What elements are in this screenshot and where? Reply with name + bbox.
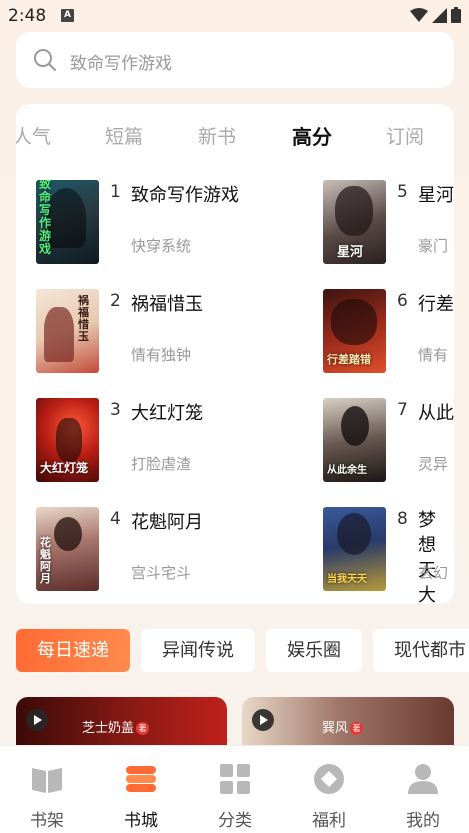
book-title: 星河 <box>418 185 454 206</box>
tab-short[interactable]: 短篇 <box>105 122 143 149</box>
cover-text: 行差踏错 <box>327 353 371 366</box>
ranking-card: 人气 短篇 新书 高分 订阅 致命写作游戏 1 致命写作游戏 快穿系统 祸福惜玉… <box>16 104 454 604</box>
tab-popular[interactable]: 人气 <box>16 122 51 149</box>
book-tag: 情有独钟 <box>131 346 192 364</box>
rank-number: 5 <box>397 182 408 202</box>
author-badge: 著 <box>350 722 364 735</box>
nav-bookstore[interactable]: 书城 <box>94 746 188 833</box>
book-tag: 灵异 <box>418 455 449 473</box>
chip-strange-tales[interactable]: 异闻传说 <box>141 629 255 672</box>
nav-welfare[interactable]: 福利 <box>282 746 376 833</box>
cover-text: 从此余生 <box>327 465 367 476</box>
rank-number: 1 <box>110 182 121 202</box>
cover-text: 祸福惜玉 <box>78 294 89 343</box>
cover-text: 当我天天 <box>327 574 367 585</box>
tab-high-score[interactable]: 高分 <box>292 121 332 150</box>
bottom-nav: 书架 书城 分类 福利 我的 <box>0 745 469 833</box>
book-title: 祸福惜玉 <box>131 294 203 315</box>
book-cover: 星河 <box>323 180 386 264</box>
rank-number: 8 <box>397 509 408 529</box>
rank-number: 2 <box>110 291 121 311</box>
nav-label: 分类 <box>218 811 252 831</box>
book-cover: 大红灯笼 <box>36 398 99 482</box>
banner-author: 芝士奶盖著 <box>82 717 150 736</box>
battery-icon <box>451 7 461 23</box>
play-icon[interactable] <box>26 709 48 731</box>
play-icon[interactable] <box>252 709 274 731</box>
bookstore-icon <box>126 766 156 792</box>
book-item[interactable]: 大红灯笼 3 大红灯笼 打脸虐渣 <box>36 398 296 484</box>
search-icon <box>34 49 56 71</box>
tab-new[interactable]: 新书 <box>198 122 236 149</box>
book-title: 致命写作游戏 <box>131 185 239 206</box>
cover-text: 花魁阿月 <box>40 536 51 585</box>
book-tag: 快穿系统 <box>131 237 192 255</box>
book-cover: 致命写作游戏 <box>36 180 99 264</box>
cover-text: 星河 <box>337 245 364 260</box>
rank-number: 4 <box>110 509 121 529</box>
nav-category[interactable]: 分类 <box>188 746 282 833</box>
cover-text: 大红灯笼 <box>40 461 89 475</box>
author-name: 芝士奶盖 <box>82 721 135 736</box>
book-item[interactable]: 当我天天 8 梦想天大 玄幻 <box>323 507 454 604</box>
nav-label: 书架 <box>30 811 64 831</box>
book-title: 花魁阿月 <box>131 512 203 533</box>
book-title: 从此 <box>418 403 454 424</box>
rank-number: 3 <box>110 400 121 420</box>
book-tag: 情有 <box>418 346 449 364</box>
chip-entertainment[interactable]: 娱乐圈 <box>266 629 362 672</box>
rank-number: 6 <box>397 291 408 311</box>
status-time: 2:48 <box>8 6 47 26</box>
book-item[interactable]: 星河 5 星河 豪门 <box>323 180 454 266</box>
nav-profile[interactable]: 我的 <box>376 746 469 833</box>
wifi-icon <box>410 7 428 22</box>
signal-icon <box>432 7 447 23</box>
nav-label: 书城 <box>124 811 158 831</box>
welfare-icon <box>314 764 344 794</box>
profile-icon <box>408 764 438 794</box>
bookshelf-icon <box>32 768 62 793</box>
book-tag: 玄幻 <box>418 564 449 582</box>
book-cover: 祸福惜玉 <box>36 289 99 373</box>
book-item[interactable]: 行差踏错 6 行差 情有 <box>323 289 454 375</box>
notification-icon: A <box>61 9 74 22</box>
author-name: 巽风 <box>322 721 349 736</box>
status-icons <box>410 7 461 23</box>
rank-number: 7 <box>397 400 408 420</box>
tab-subscription[interactable]: 订阅 <box>386 122 424 149</box>
chip-urban[interactable]: 现代都市 <box>373 629 469 672</box>
ranking-tabs: 人气 短篇 新书 高分 订阅 <box>16 104 454 164</box>
search-placeholder: 致命写作游戏 <box>70 54 172 74</box>
book-item[interactable]: 祸福惜玉 2 祸福惜玉 情有独钟 <box>36 289 296 375</box>
book-title: 大红灯笼 <box>131 403 203 424</box>
book-cover: 花魁阿月 <box>36 507 99 591</box>
nav-label: 我的 <box>406 811 440 831</box>
book-tag: 打脸虐渣 <box>131 455 192 473</box>
category-icon <box>220 764 250 794</box>
category-chips: 每日速递 异闻传说 娱乐圈 现代都市 <box>16 629 469 673</box>
banner-author: 巽风著 <box>322 717 364 736</box>
nav-bookshelf[interactable]: 书架 <box>0 746 94 833</box>
author-badge: 著 <box>136 722 150 735</box>
book-tag: 宫斗宅斗 <box>131 564 192 582</box>
chip-daily[interactable]: 每日速递 <box>16 629 130 672</box>
book-cover: 当我天天 <box>323 507 386 591</box>
book-cover: 从此余生 <box>323 398 386 482</box>
book-cover: 行差踏错 <box>323 289 386 373</box>
book-item[interactable]: 致命写作游戏 1 致命写作游戏 快穿系统 <box>36 180 296 266</box>
nav-label: 福利 <box>312 811 346 831</box>
book-title: 行差 <box>418 294 454 315</box>
book-item[interactable]: 花魁阿月 4 花魁阿月 宫斗宅斗 <box>36 507 296 593</box>
cover-text: 致命写作游戏 <box>39 180 52 256</box>
book-tag: 豪门 <box>418 237 449 255</box>
book-item[interactable]: 从此余生 7 从此 灵异 <box>323 398 454 484</box>
book-title: 梦想天大 <box>418 510 436 604</box>
status-bar: 2:48 A <box>0 0 469 30</box>
